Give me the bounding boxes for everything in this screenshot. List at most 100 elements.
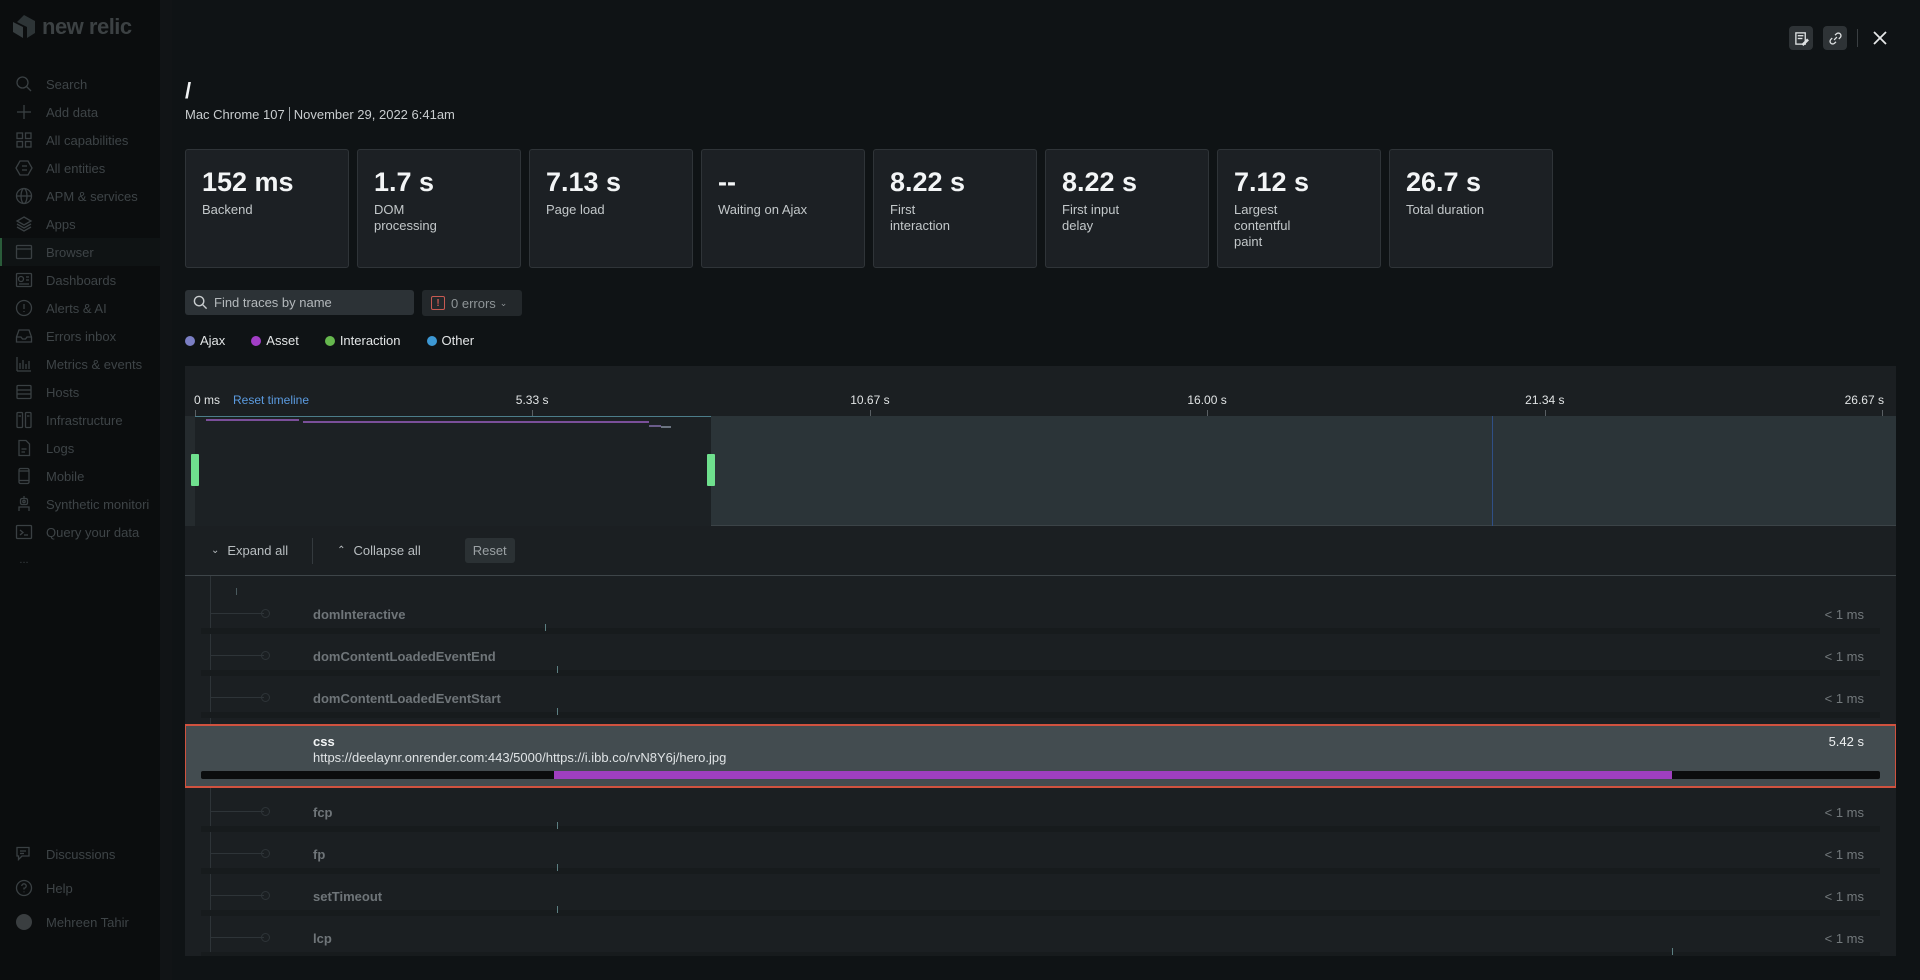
trace-search-input[interactable] [214,295,404,310]
trace-name: fcp [313,805,333,820]
axis-tick [532,410,534,416]
sidebar-item-errors-inbox[interactable]: Errors inbox [0,322,160,350]
inbox-icon [14,326,34,346]
legend-label: Interaction [339,333,401,348]
browser-window-icon [14,242,34,262]
legend-item-asset: Asset [251,333,299,348]
trace-row[interactable]: domContentLoadedEventEnd < 1 ms [185,632,1896,676]
close-button[interactable] [1868,26,1892,50]
axis-tick [1544,410,1546,416]
metric-card-total-duration: 26.7 s Total duration [1389,149,1553,268]
trace-row[interactable]: domContentLoadedEventStart < 1 ms [185,674,1896,718]
chevron-up-icon: ⌃ [337,545,346,556]
collapse-all-label: Collapse all [353,543,421,558]
sidebar-item-add-data[interactable]: Add data [0,98,160,126]
tree-branch [210,693,270,702]
sidebar-item-apm-services[interactable]: APM & services [0,182,160,210]
page-subtitle: Mac Chrome 107 November 29, 2022 6:41am [185,107,455,122]
sidebar-item-discussions[interactable]: Discussions [0,840,160,868]
sidebar-item-label: Synthetic monitori [46,496,150,512]
sidebar-item-all-entities[interactable]: All entities [0,154,160,182]
trace-duration: < 1 ms [1824,931,1864,946]
controls-divider [312,537,314,564]
close-icon [1873,31,1887,45]
trace-track [201,708,1880,718]
trace-row[interactable]: domInteractive < 1 ms [185,590,1896,634]
expand-all-button[interactable]: ⌄ Expand all [211,543,288,558]
reset-button[interactable]: Reset [464,538,515,563]
sidebar-item-dashboards[interactable]: Dashboards [0,266,160,294]
metric-label: Backend [202,202,253,217]
sidebar-item-mobile[interactable]: Mobile [0,462,160,490]
sidebar-item-apps[interactable]: Apps [0,210,160,238]
metrics-row: 152 ms Backend 1.7 s DOM processing 7.13… [185,149,1553,268]
trace-row[interactable]: fcp < 1 ms [185,788,1896,832]
tree-branch [210,807,270,816]
sidebar-item-search[interactable]: Search [0,70,160,98]
bar-chart-icon [14,354,34,374]
metric-value: 8.22 s [1062,167,1138,197]
metric-value: 8.22 s [890,167,966,197]
trace-row-selected[interactable]: css https://deelaynr.onrender.com:443/50… [185,724,1896,788]
trace-name: domContentLoadedEventStart [313,691,501,706]
timeline-handle-left[interactable] [191,454,199,486]
help-icon [14,878,34,898]
legend-label: Other [441,333,475,348]
reset-timeline-link[interactable]: Reset timeline [233,393,309,407]
sidebar-item-more[interactable]: ... [0,546,160,574]
page-title: / [185,78,192,103]
errors-filter-dropdown[interactable]: ! 0 errors ⌄ [422,290,522,316]
sidebar-item-logs[interactable]: Logs [0,434,160,462]
logo-text: new relic [42,14,132,39]
sidebar-item-metrics-events[interactable]: Metrics & events [0,350,160,378]
trace-name: fp [313,847,326,862]
trace-duration: < 1 ms [1824,889,1864,904]
new-relic-logo[interactable]: new relic [12,14,132,40]
sidebar-item-synthetic-monitoring[interactable]: Synthetic monitori [0,490,160,518]
metric-value: -- [718,167,736,197]
trace-row[interactable]: setTimeout < 1 ms [185,872,1896,916]
infrastructure-icon [14,410,34,430]
tree-branch [210,849,270,858]
legend-item-other: Other [426,333,475,348]
server-icon [14,382,34,402]
metric-label: First interaction [890,202,950,233]
sidebar-item-label: Infrastructure [46,412,123,428]
trace-marker [545,624,547,631]
sidebar-item-user-profile[interactable]: Mehreen Tahir [0,908,160,936]
collapse-all-button[interactable]: ⌃ Collapse all [337,543,421,558]
metric-value: 26.7 s [1406,167,1482,197]
timeline-handle-right[interactable] [706,454,715,486]
overview-selection-window[interactable] [195,416,711,526]
metric-label: Waiting on Ajax [718,202,808,217]
error-icon: ! [431,296,445,310]
sidebar-item-all-capabilities[interactable]: All capabilities [0,126,160,154]
notes-button[interactable] [1789,26,1813,50]
trace-row[interactable]: lcp < 1 ms [185,914,1896,956]
trace-duration: < 1 ms [1824,607,1864,622]
sidebar-item-browser[interactable]: Browser [0,238,160,266]
sidebar-item-label: APM & services [46,188,138,204]
sidebar-item-query-your-data[interactable]: Query your data [0,518,160,546]
copy-link-button[interactable] [1823,26,1847,50]
metric-card-largest-contentful-paint: 7.12 s Largest contentful paint [1217,149,1381,268]
expand-all-label: Expand all [227,543,289,558]
sidebar-item-alerts-ai[interactable]: Alerts & AI [0,294,160,322]
sidebar-item-label: Help [46,880,73,896]
sidebar-item-label: Query your data [46,524,140,540]
axis-tick-label: 26.67 s [1844,393,1884,407]
sidebar-item-hosts[interactable]: Hosts [0,378,160,406]
metric-card-first-input-delay: 8.22 s First input delay [1045,149,1209,268]
sidebar-item-label: All capabilities [46,132,129,148]
timeline-overview[interactable] [185,416,1896,526]
tree-branch [210,609,270,618]
sidebar-item-help[interactable]: Help [0,874,160,902]
sidebar-item-label: Mobile [46,468,85,484]
mobile-icon [14,466,34,486]
sidebar-item-infrastructure[interactable]: Infrastructure [0,406,160,434]
axis-tick [1882,410,1883,416]
session-timestamp: November 29, 2022 6:41am [293,107,455,122]
search-icon [193,295,208,310]
trace-type-legend: Ajax Asset Interaction Other [185,333,500,348]
trace-row[interactable]: fp < 1 ms [185,830,1896,874]
